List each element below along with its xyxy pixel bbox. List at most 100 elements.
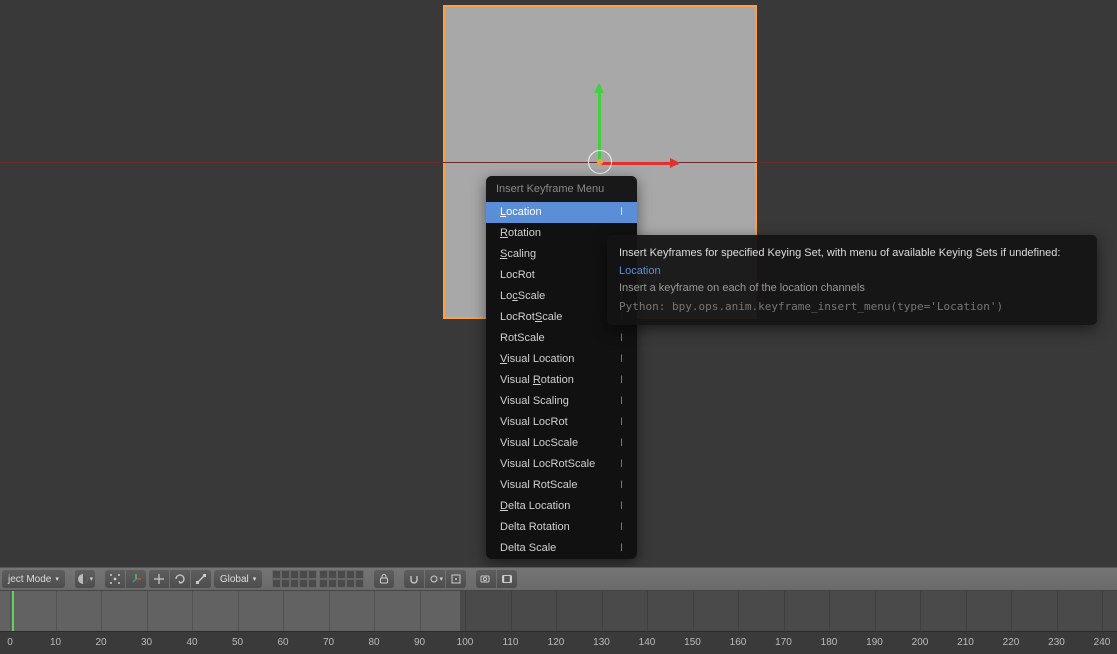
menu-item-label: Visual Rotation	[500, 374, 574, 387]
tooltip-sub: Insert a keyframe on each of the locatio…	[619, 280, 1085, 298]
tooltip: Insert Keyframes for specified Keying Se…	[607, 235, 1097, 325]
mode-select[interactable]: ject Mode▾	[2, 570, 65, 588]
manipulator-translate-icon[interactable]	[149, 570, 169, 588]
timeline-gridline	[283, 591, 284, 631]
keyframe-menu-item[interactable]: RotScaleI	[486, 328, 637, 349]
timeline-gridline	[101, 591, 102, 631]
timeline-tick-label: 200	[912, 637, 929, 648]
pivot-button[interactable]	[105, 570, 125, 588]
keyframe-menu-item[interactable]: Location I	[486, 202, 637, 223]
menu-item-shortcut: I	[620, 521, 623, 534]
timeline-gridline	[1102, 591, 1103, 631]
menu-item-shortcut: I	[620, 437, 623, 450]
timeline-tick-label: 110	[503, 637, 519, 648]
manipulator-rotate-icon[interactable]	[170, 570, 190, 588]
menu-item-shortcut: I	[620, 206, 623, 219]
menu-item-shortcut: I	[620, 458, 623, 471]
x-axis-line	[0, 162, 1117, 163]
orientation-select[interactable]: Global▾	[214, 570, 262, 588]
timeline-tick-label: 40	[186, 637, 197, 648]
timeline-inactive-range	[460, 591, 1117, 631]
menu-item-label: LocScale	[500, 290, 545, 303]
timeline-gridline	[875, 591, 876, 631]
keyframe-menu-item[interactable]: Visual LocRot I	[486, 412, 637, 433]
timeline-editor[interactable]: 0102030405060708090100110120130140150160…	[0, 591, 1117, 654]
snap-target-button[interactable]	[446, 570, 466, 588]
timeline-gridline	[602, 591, 603, 631]
timeline-tick-label: 220	[1003, 637, 1020, 648]
timeline-tick-label: 230	[1048, 637, 1065, 648]
insert-keyframe-menu: Insert Keyframe Menu Location I Rotation Sc…	[486, 176, 637, 559]
timeline-tick-label: 130	[593, 637, 610, 648]
menu-item-label: Location	[500, 206, 542, 219]
keyframe-menu-item[interactable]: Visual Scaling I	[486, 391, 637, 412]
timeline-gridline	[10, 591, 11, 631]
menu-item-label: Delta Location	[500, 500, 570, 513]
menu-item-label: Visual Scaling	[500, 395, 569, 408]
tooltip-python: Python: bpy.ops.anim.keyframe_insert_men…	[619, 298, 1085, 316]
menu-item-label: Delta Scale	[500, 542, 556, 555]
manipulator-scale-icon[interactable]	[191, 570, 211, 588]
keyframe-menu-item[interactable]: Delta Rotation I	[486, 517, 637, 538]
timeline-tick-label: 100	[457, 637, 474, 648]
tooltip-link: Location	[619, 265, 661, 277]
timeline-tick-label: 170	[775, 637, 792, 648]
timeline-tick-label: 60	[277, 637, 288, 648]
timeline-gridline	[829, 591, 830, 631]
snap-toggle-button[interactable]	[404, 570, 424, 588]
timeline-gridline	[1057, 591, 1058, 631]
keyframe-menu-item[interactable]: Visual LocScale I	[486, 433, 637, 454]
menu-item-shortcut: I	[620, 395, 623, 408]
menu-item-shortcut: I	[620, 479, 623, 492]
menu-item-shortcut: I	[620, 500, 623, 513]
timeline-gridline	[420, 591, 421, 631]
timeline-tick-label: 90	[414, 637, 425, 648]
timeline-tick-label: 240	[1094, 637, 1111, 648]
timeline-active-range	[0, 591, 460, 631]
timeline-ruler[interactable]: 0102030405060708090100110120130140150160…	[0, 631, 1117, 654]
timeline-gridline	[374, 591, 375, 631]
keyframe-menu-item[interactable]: Visual RotationI	[486, 370, 637, 391]
menu-item-shortcut: I	[620, 416, 623, 429]
timeline-tick-label: 30	[141, 637, 152, 648]
menu-item-label: Visual LocRot	[500, 416, 568, 429]
timeline-gridline	[465, 591, 466, 631]
layer-buttons[interactable]	[272, 570, 364, 588]
manipulator-toggle-button[interactable]	[126, 570, 146, 588]
timeline-tick-label: 20	[95, 637, 106, 648]
menu-item-label: Delta Rotation	[500, 521, 570, 534]
keyframe-menu-item[interactable]: Visual RotScaleI	[486, 475, 637, 496]
shading-select[interactable]: ▾	[75, 570, 95, 588]
timeline-gridline	[693, 591, 694, 631]
timeline-gridline	[920, 591, 921, 631]
keyframe-menu-item[interactable]: Delta Location I	[486, 496, 637, 517]
menu-item-label: Visual LocScale	[500, 437, 578, 450]
keyframe-menu-item[interactable]: Visual LocationI	[486, 349, 637, 370]
timeline-gridline	[1011, 591, 1012, 631]
timeline-tick-label: 70	[323, 637, 334, 648]
viewport-header: ject Mode▾ ▾ Global▾	[0, 567, 1117, 591]
lock-camera-button[interactable]	[374, 570, 394, 588]
render-opengl-anim-button[interactable]	[497, 570, 517, 588]
gizmo-center-icon[interactable]	[588, 150, 612, 174]
menu-item-shortcut: I	[620, 332, 623, 345]
keyframe-menu-item[interactable]: Delta ScaleI	[486, 538, 637, 559]
timeline-tick-label: 190	[866, 637, 883, 648]
timeline-tick-label: 180	[821, 637, 838, 648]
menu-title: Insert Keyframe Menu	[486, 176, 637, 202]
timeline-gridline	[147, 591, 148, 631]
timeline-gridline	[238, 591, 239, 631]
render-opengl-image-button[interactable]	[476, 570, 496, 588]
menu-item-label: Rotation	[500, 227, 541, 240]
timeline-gridline	[966, 591, 967, 631]
timeline-tick-label: 210	[957, 637, 974, 648]
timeline-gridline	[556, 591, 557, 631]
timeline-gridline	[511, 591, 512, 631]
snap-type-select[interactable]: ▾	[425, 570, 445, 588]
menu-item-label: LocRot	[500, 269, 535, 282]
keyframe-menu-item[interactable]: Visual LocRotScaleI	[486, 454, 637, 475]
timeline-playhead[interactable]	[12, 591, 14, 631]
timeline-gridline	[329, 591, 330, 631]
menu-item-label: LocRotScale	[500, 311, 562, 324]
menu-item-label: Scaling	[500, 248, 536, 261]
